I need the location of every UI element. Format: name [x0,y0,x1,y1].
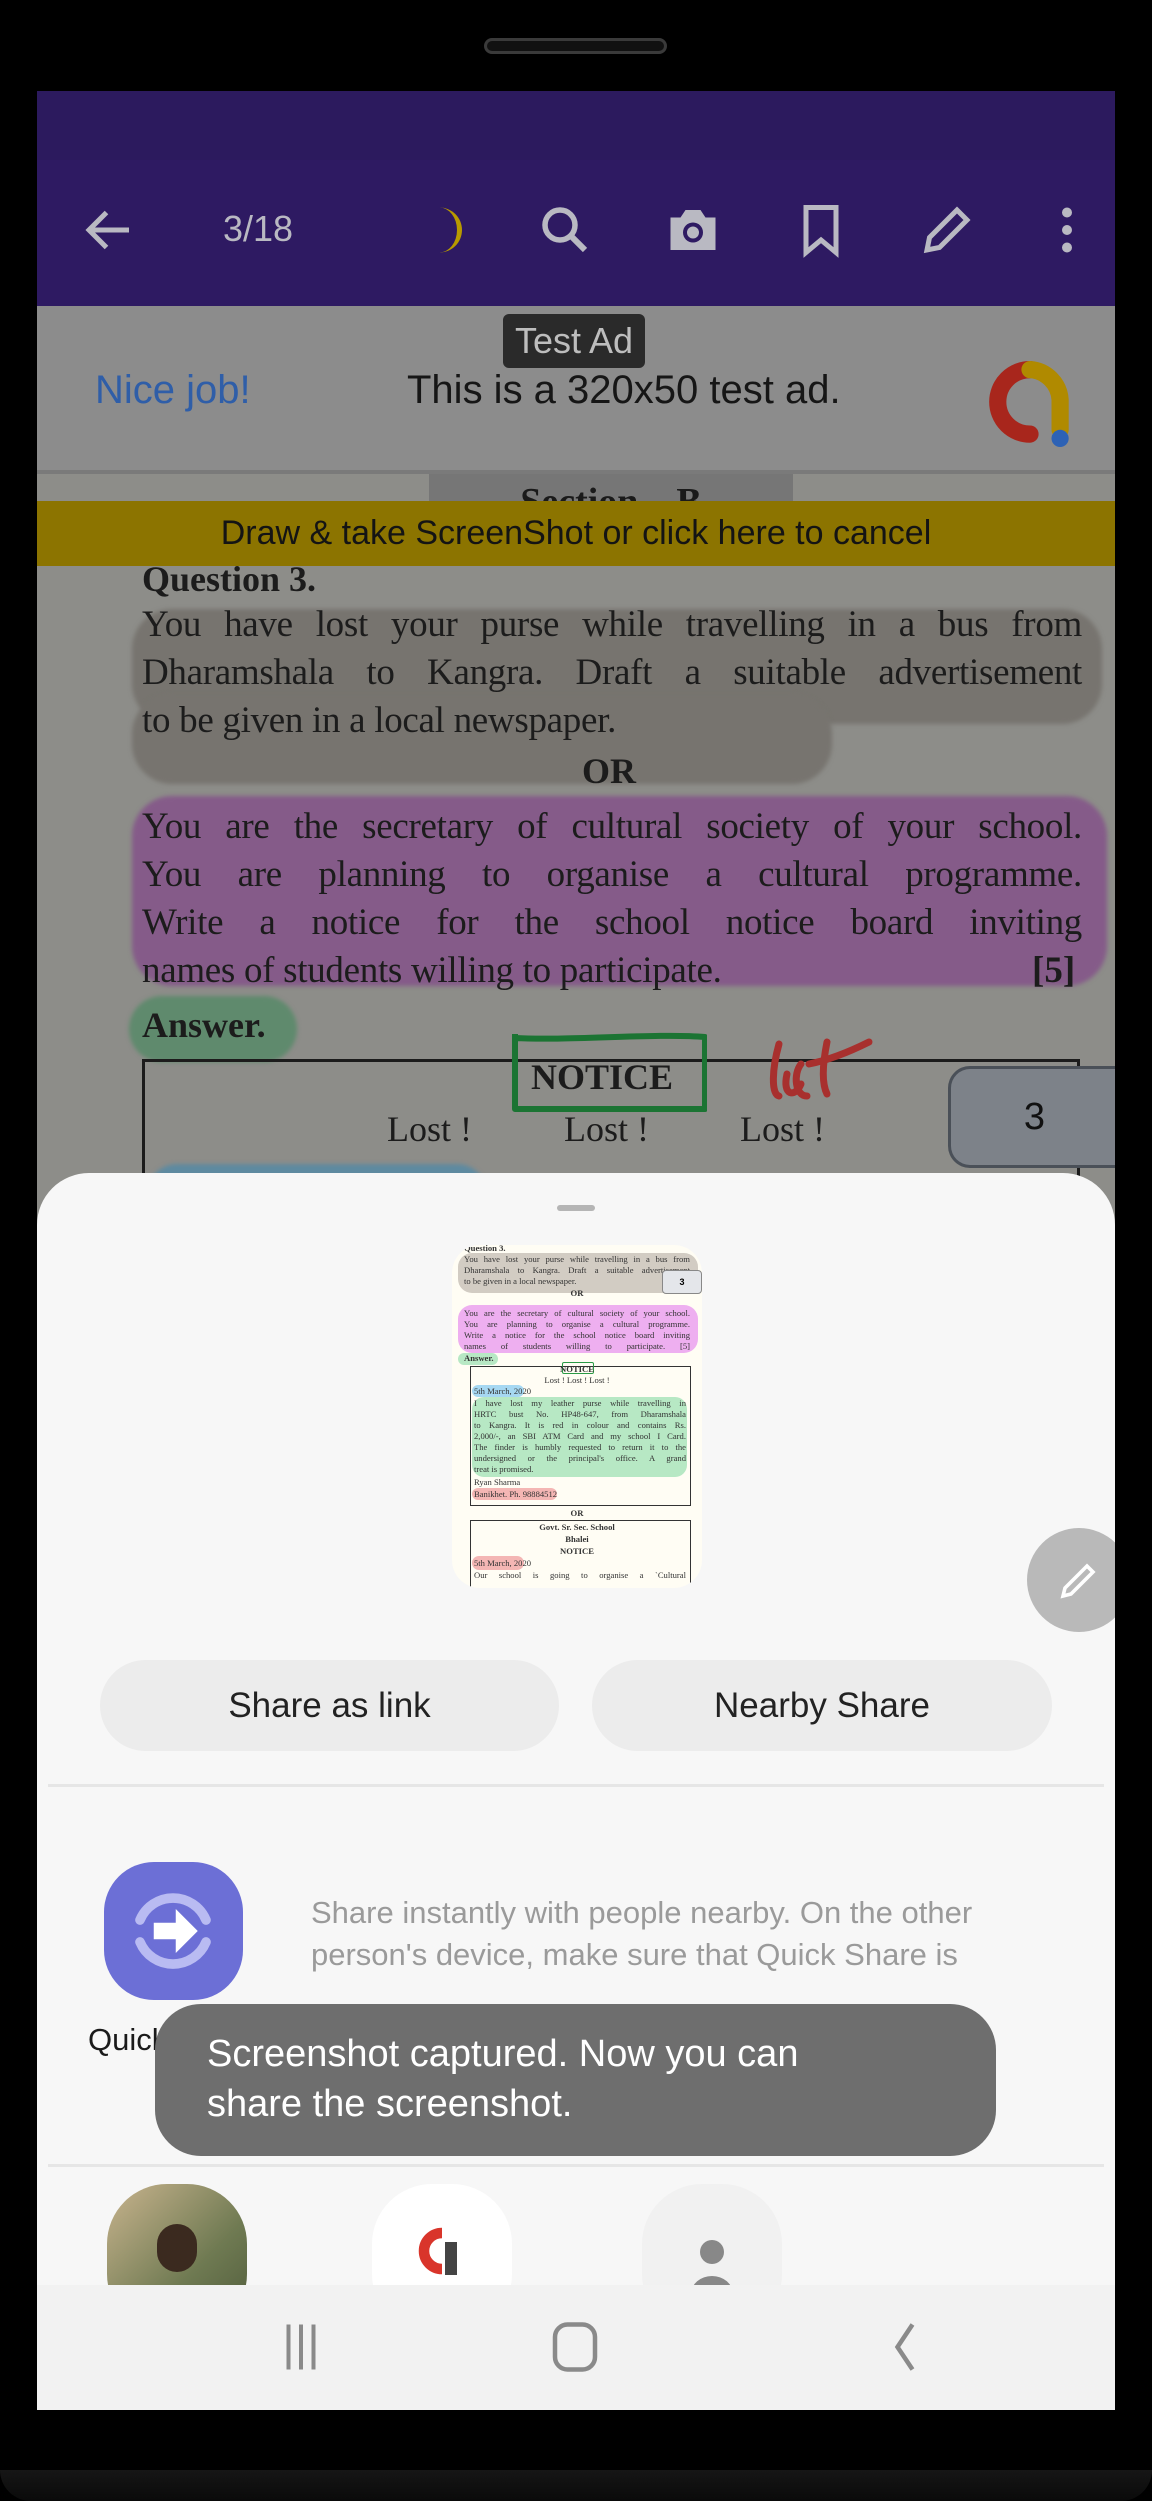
thumb-line: You are planning to organise a cultural … [464,1319,690,1329]
thumb-line: OR [570,1288,584,1298]
thumb-or: OR [570,1508,584,1518]
phone-chin [0,2470,1152,2501]
ad-banner[interactable]: Test Ad Nice job! This is a 320x50 test … [37,306,1115,474]
lost-label: Lost ! [564,1109,649,1149]
notice-title: NOTICE [531,1057,674,1097]
thumb-line: Write a notice for the school notice boa… [464,1330,690,1340]
pencil-icon [1060,1563,1096,1599]
thumb-line: You have lost your purse while travellin… [464,1254,690,1264]
thumb-line: names of students willing to participate… [464,1341,690,1351]
alt-question-line: names of students willing to participate… [142,950,722,991]
test-ad-chip: Test Ad [503,314,645,368]
screenshot-thumbnail[interactable]: Question 3. You have lost your purse whi… [452,1245,702,1588]
home-icon[interactable] [545,2317,605,2377]
back-icon[interactable] [875,2317,935,2377]
back-arrow-icon[interactable] [79,200,139,260]
thumb-body: to Kangra. It is red in colour and conta… [474,1420,686,1430]
answer-label: Answer. [142,1005,266,1045]
thumb-line: You are the secretary of cultural societ… [464,1308,690,1318]
search-icon[interactable] [535,200,595,260]
screenshot-cancel-bar[interactable]: Draw & take ScreenShot or click here to … [37,501,1115,566]
lost-label: Lost ! [387,1109,472,1149]
thumb-body: HRTC bust No. HP48-647, from Dharamshala [474,1409,686,1419]
ad-body: This is a 320x50 test ad. [407,368,841,412]
thumb-place: Bhalei [565,1534,589,1544]
quick-share-icon[interactable] [104,1862,243,2000]
earpiece-speaker [484,38,667,54]
share-sheet: Question 3. You have lost your purse whi… [37,1173,1115,2410]
thumb-line: Dharamshala to Kangra. Draft a suitable … [464,1265,690,1275]
divider [48,1784,1104,1787]
page-indicator: 3/18 [223,208,294,249]
marks-label: [5] [1032,950,1076,991]
night-mode-moon-icon[interactable] [417,200,477,260]
admob-logo-icon [989,360,1069,447]
toast-line: Screenshot captured. Now you can [207,2033,799,2075]
thumb-body: I have lost my leather purse while trave… [474,1398,686,1408]
reader-toolbar: 3/18 [37,160,1115,306]
thumb-body: 2,000/-, an SBI ATM Card and my school I… [474,1431,686,1441]
drag-handle[interactable] [557,1205,595,1211]
thumb-line: Question 3. [464,1245,506,1253]
camera-icon[interactable] [663,200,723,260]
ad-headline: Nice job! [95,368,251,412]
recent-apps-icon[interactable] [271,2317,331,2377]
question-line: Dharamshala to Kangra. Draft a suitable … [142,652,1082,693]
thumb-notice: NOTICE [560,1364,594,1374]
nearby-share-button[interactable]: Nearby Share [592,1660,1052,1751]
pencil-icon[interactable] [917,200,977,260]
alt-question-line: Write a notice for the school notice boa… [142,902,1082,943]
alt-question-line: You are planning to organise a cultural … [142,854,1082,895]
thumb-body-2: Our school is going to organise a `Cultu… [474,1570,686,1580]
lost-label: Lost ! [740,1109,825,1149]
thumb-name: Ryan Sharma [474,1477,521,1487]
bookmark-icon[interactable] [791,200,851,260]
edit-screenshot-button[interactable] [1027,1528,1115,1632]
quick-share-description: Share instantly with people nearby. On t… [311,1895,973,1972]
thumb-school: Govt. Sr. Sec. School [539,1522,615,1532]
thumb-date: 5th March, 2020 [474,1386,532,1396]
person-silhouette [157,2224,197,2272]
toast-message: Screenshot captured. Now you can share t… [155,2004,996,2156]
thumb-address: Banikhet. Ph. 98884512 [474,1489,558,1499]
thumb-body: treat is promised. [474,1464,534,1474]
toast-line: share the screenshot. [207,2083,573,2125]
divider [48,2164,1104,2167]
question-line: to be given in a local newspaper. [142,700,617,741]
thumb-body: undersigned or the principal's office. A… [474,1453,686,1463]
navigation-bar [37,2285,1115,2410]
thumb-line: to be given in a local newspaper. [464,1276,577,1286]
thumb-body: The finder is humbly requested to return… [474,1442,686,1452]
red-ink-scribble [769,1038,873,1100]
question-line: You have lost your purse while travellin… [142,604,1082,645]
status-bar [37,91,1115,160]
thumb-date-2: 5th March, 2020 [474,1558,532,1568]
or-label: OR [582,751,636,791]
share-as-link-button[interactable]: Share as link [100,1660,559,1751]
more-vert-icon[interactable] [1037,200,1097,260]
alt-question-line: You are the secretary of cultural societ… [142,806,1082,847]
page-number-badge[interactable]: 3 [948,1066,1115,1168]
